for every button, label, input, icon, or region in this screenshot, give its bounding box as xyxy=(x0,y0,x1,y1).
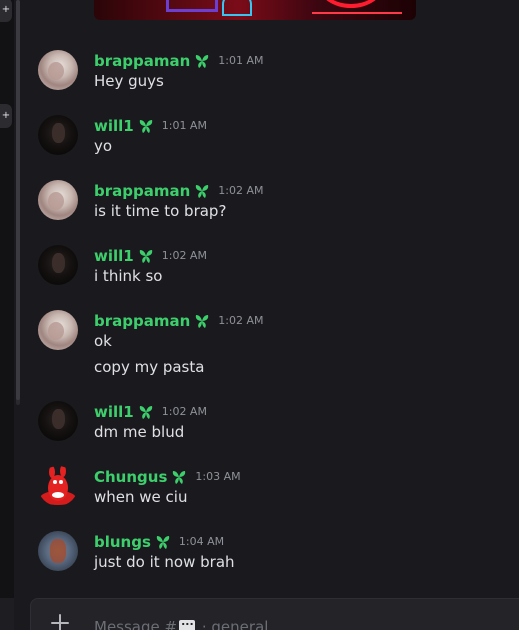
message-group: will1 1:02 AM i think so xyxy=(38,245,508,285)
message-text: dm me blud xyxy=(94,423,185,441)
message-composer[interactable]: Message # · general xyxy=(30,598,519,630)
timestamp: 1:02 AM xyxy=(218,314,264,327)
leaf-role-icon[interactable] xyxy=(193,52,211,70)
message-header: blungs 1:04 AM xyxy=(94,531,224,551)
will1-avatar[interactable] xyxy=(38,115,78,155)
rail-add-button-top[interactable]: + xyxy=(0,0,12,22)
brappaman-avatar[interactable] xyxy=(38,310,78,350)
timestamp: 1:02 AM xyxy=(218,184,264,197)
will1-avatar[interactable] xyxy=(38,245,78,285)
message-text: i think so xyxy=(94,267,163,285)
message-header: will1 1:02 AM xyxy=(94,401,207,421)
timestamp: 1:01 AM xyxy=(218,54,264,67)
rail-add-button[interactable]: + xyxy=(0,104,12,128)
message-header: will1 1:02 AM xyxy=(94,245,207,265)
message-group: will1 1:01 AM yo xyxy=(38,115,508,155)
chungus-avatar[interactable] xyxy=(38,466,78,506)
message-header: brappaman 1:01 AM xyxy=(94,50,264,70)
message-group: brappaman 1:01 AM Hey guys xyxy=(38,50,508,90)
message-input[interactable]: Message # · general xyxy=(94,615,269,630)
username[interactable]: will1 xyxy=(94,403,134,421)
message-group: brappaman 1:02 AM ok copy my pasta xyxy=(38,310,508,380)
leaf-role-icon[interactable] xyxy=(170,468,188,486)
username[interactable]: brappaman xyxy=(94,312,190,330)
plus-icon[interactable] xyxy=(49,612,71,630)
message-text: when we ciu xyxy=(94,488,188,506)
message-text: yo xyxy=(94,137,113,155)
message-group: Chungus 1:03 AM when we ciu xyxy=(38,466,508,506)
message-text: is it time to brap? xyxy=(94,202,227,220)
message-group: blungs 1:04 AM just do it now brah xyxy=(38,531,508,571)
timestamp: 1:01 AM xyxy=(161,119,207,132)
embed-shape xyxy=(312,0,402,14)
leaf-role-icon[interactable] xyxy=(193,182,211,200)
placeholder-prefix: Message # xyxy=(94,618,178,630)
scrollbar-thumb[interactable] xyxy=(16,0,20,400)
message-group: brappaman 1:02 AM is it time to brap? xyxy=(38,180,508,220)
username[interactable]: Chungus xyxy=(94,468,167,486)
embed-shape xyxy=(166,0,218,12)
leaf-role-icon[interactable] xyxy=(137,403,155,421)
chungus-figure xyxy=(40,466,76,505)
leaf-role-icon[interactable] xyxy=(154,533,172,551)
username[interactable]: will1 xyxy=(94,247,134,265)
will1-avatar[interactable] xyxy=(38,401,78,441)
chat-window: + + brappaman 1:01 AM Hey guys will1 1:01 … xyxy=(0,0,519,630)
message-text: ok xyxy=(94,332,112,350)
message-text: just do it now brah xyxy=(94,553,235,571)
username[interactable]: brappaman xyxy=(94,52,190,70)
embed-shape xyxy=(222,0,252,16)
message-text: copy my pasta xyxy=(94,358,205,376)
embedded-image[interactable] xyxy=(94,0,416,20)
timestamp: 1:04 AM xyxy=(178,535,225,548)
username[interactable]: blungs xyxy=(94,533,151,551)
username[interactable]: will1 xyxy=(94,117,134,135)
message-group: will1 1:02 AM dm me blud xyxy=(38,401,508,441)
leaf-role-icon[interactable] xyxy=(137,117,155,135)
timestamp: 1:03 AM xyxy=(195,470,241,483)
blungs-avatar[interactable] xyxy=(38,531,78,571)
server-rail: + + xyxy=(0,0,14,630)
timestamp: 1:02 AM xyxy=(161,405,207,418)
chat-bubble-icon xyxy=(179,615,196,630)
message-header: Chungus 1:03 AM xyxy=(94,466,241,486)
brappaman-avatar[interactable] xyxy=(38,180,78,220)
message-header: brappaman 1:02 AM xyxy=(94,180,264,200)
brappaman-avatar[interactable] xyxy=(38,50,78,90)
timestamp: 1:02 AM xyxy=(161,249,207,262)
username[interactable]: brappaman xyxy=(94,182,190,200)
placeholder-suffix: · general xyxy=(201,618,269,630)
leaf-role-icon[interactable] xyxy=(137,247,155,265)
message-header: brappaman 1:02 AM xyxy=(94,310,264,330)
message-text: Hey guys xyxy=(94,72,164,90)
leaf-role-icon[interactable] xyxy=(193,312,211,330)
user-panel-edge xyxy=(0,598,14,630)
message-header: will1 1:01 AM xyxy=(94,115,207,135)
